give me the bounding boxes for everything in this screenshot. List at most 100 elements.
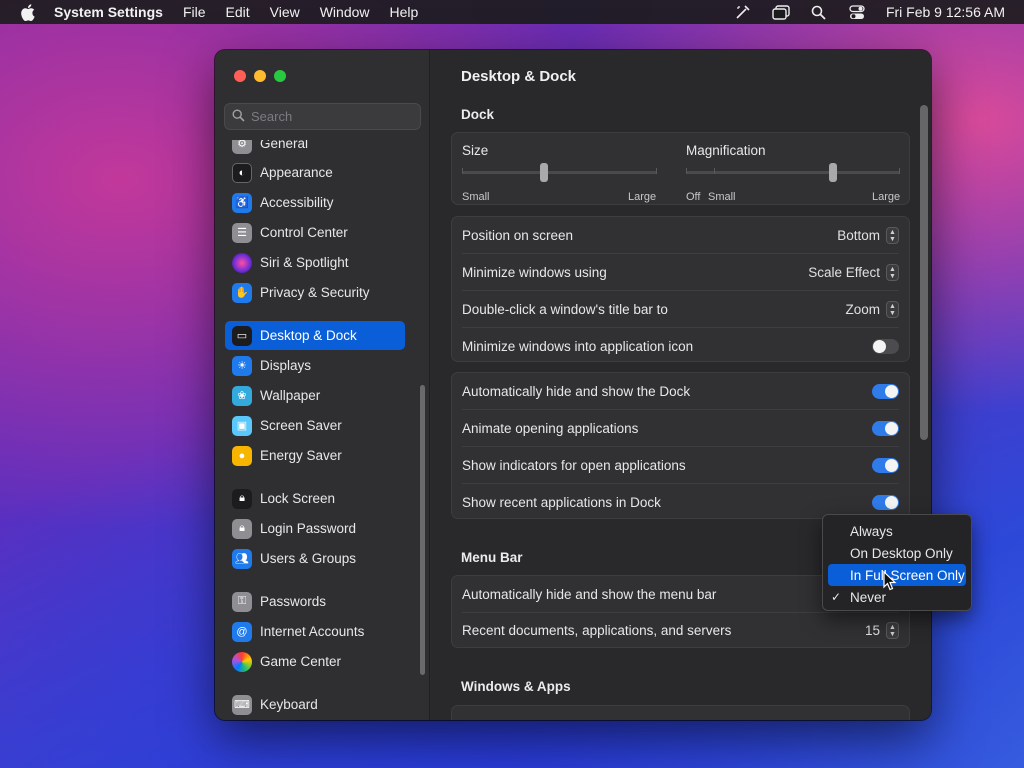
app-name-menu[interactable]: System Settings: [54, 4, 163, 20]
sidebar-item-label: Game Center: [260, 654, 342, 669]
sidebar-scrollbar[interactable]: [420, 385, 425, 675]
menu-option-label: Never: [850, 589, 887, 605]
magnification-off-label: Off: [686, 191, 701, 203]
sidebar-item-label: Energy Saver: [260, 448, 342, 463]
sidebar-item-appearance[interactable]: ◐ Appearance: [225, 158, 405, 187]
menu-file[interactable]: File: [183, 4, 206, 20]
sidebar-item-desktop-dock[interactable]: ▭ Desktop & Dock: [225, 321, 405, 350]
sidebar-item-accessibility[interactable]: ♿ Accessibility: [225, 188, 405, 217]
search-icon[interactable]: [810, 4, 828, 20]
minimize-value: Scale Effect: [808, 265, 880, 280]
dock-sliders-group: Size Small Large Magnification Off Small…: [451, 132, 910, 205]
menu-option-always[interactable]: Always: [828, 520, 966, 542]
minimize-label: Minimize windows using: [462, 265, 607, 280]
screen-saver-icon: ▣: [232, 415, 252, 436]
sidebar-item-screen-saver[interactable]: ▣ Screen Saver: [225, 411, 405, 440]
main-scrollbar[interactable]: [920, 105, 928, 440]
menubar-autohide-menu: Always On Desktop Only In Full Screen On…: [822, 514, 972, 611]
checkmark-icon: ✓: [831, 590, 842, 604]
position-popup[interactable]: Bottom ▲ ▼: [837, 227, 899, 244]
doubleclick-popup[interactable]: Zoom ▲ ▼: [845, 301, 899, 318]
gear-icon: ⚙: [232, 140, 252, 154]
sidebar-item-control-center[interactable]: ☰ Control Center: [225, 218, 405, 247]
sidebar-item-label: Lock Screen: [260, 491, 336, 506]
menu-window[interactable]: Window: [320, 4, 370, 20]
sidebar-item-wallpaper[interactable]: ❀ Wallpaper: [225, 381, 405, 410]
sidebar-item-lock-screen[interactable]: 🔒︎ Lock Screen: [225, 484, 405, 513]
menu-option-never[interactable]: ✓ Never: [828, 586, 966, 608]
sidebar-item-users-groups[interactable]: 👥︎ Users & Groups: [225, 544, 405, 573]
chevron-updown-icon: ▲ ▼: [886, 227, 899, 244]
minimize-icon-label: Minimize windows into application icon: [462, 339, 694, 354]
bulb-icon: ●: [232, 445, 252, 466]
search-field[interactable]: [224, 103, 421, 130]
menu-option-label: On Desktop Only: [850, 545, 953, 561]
recent-apps-toggle[interactable]: [872, 495, 899, 510]
pen-icon[interactable]: [734, 4, 752, 20]
lock-icon: 🔒︎: [232, 518, 252, 539]
size-slider-thumb[interactable]: [540, 163, 548, 182]
menubar-clock[interactable]: Fri Feb 9 12:56 AM: [886, 4, 1005, 20]
autohide-toggle[interactable]: [872, 384, 899, 399]
sidebar-item-login-password[interactable]: 🔒︎ Login Password: [225, 514, 405, 543]
minimize-button[interactable]: [254, 70, 266, 82]
siri-icon: [232, 252, 252, 273]
sidebar-item-energy-saver[interactable]: ● Energy Saver: [225, 441, 405, 470]
doubleclick-label: Double-click a window's title bar to: [462, 302, 668, 317]
animate-row: Animate opening applications: [452, 410, 909, 447]
screen-mirroring-icon[interactable]: [772, 4, 790, 20]
size-slider-track[interactable]: [462, 171, 657, 174]
position-value: Bottom: [837, 228, 880, 243]
control-center-icon[interactable]: [848, 4, 866, 20]
menu-view[interactable]: View: [270, 4, 300, 20]
windows-apps-group: [451, 705, 910, 720]
menu-option-full-screen-only[interactable]: In Full Screen Only: [828, 564, 966, 586]
recent-docs-popup[interactable]: 15 ▲ ▼: [865, 622, 899, 639]
animate-toggle[interactable]: [872, 421, 899, 436]
sidebar-item-label: Siri & Spotlight: [260, 255, 349, 270]
zoom-button[interactable]: [274, 70, 286, 82]
minimize-popup[interactable]: Scale Effect ▲ ▼: [808, 264, 899, 281]
sidebar-item-privacy[interactable]: ✋ Privacy & Security: [225, 278, 405, 307]
sidebar-item-label: Screen Saver: [260, 418, 342, 433]
sidebar-item-internet-accounts[interactable]: @ Internet Accounts: [225, 617, 405, 646]
doubleclick-value: Zoom: [845, 302, 880, 317]
key-icon: ⚿: [232, 591, 252, 612]
game-center-icon: [232, 651, 252, 672]
magnification-slider-thumb[interactable]: [829, 163, 837, 182]
menubar-section-title: Menu Bar: [461, 550, 523, 565]
recent-apps-label: Show recent applications in Dock: [462, 495, 661, 510]
menu-edit[interactable]: Edit: [226, 4, 250, 20]
dock-options-group: Position on screen Bottom ▲ ▼ Minimize wi…: [451, 216, 910, 362]
search-icon: [232, 108, 245, 125]
sidebar-item-passwords[interactable]: ⚿ Passwords: [225, 587, 405, 616]
menu-option-desktop-only[interactable]: On Desktop Only: [828, 542, 966, 564]
at-icon: @: [232, 621, 252, 642]
menu-help[interactable]: Help: [390, 4, 419, 20]
close-button[interactable]: [234, 70, 246, 82]
chevron-updown-icon: ▲ ▼: [886, 622, 899, 639]
appearance-icon: ◐: [232, 162, 252, 183]
magnification-slider-track[interactable]: [686, 171, 900, 174]
sidebar-item-siri[interactable]: Siri & Spotlight: [225, 248, 405, 277]
menu-bar: System Settings File Edit View Window He…: [0, 0, 1024, 24]
sidebar-item-displays[interactable]: ☀ Displays: [225, 351, 405, 380]
search-input[interactable]: [251, 109, 411, 124]
sidebar-item-label: Internet Accounts: [260, 624, 365, 639]
sidebar-item-label: Passwords: [260, 594, 327, 609]
autohide-row: Automatically hide and show the Dock: [452, 373, 909, 410]
recent-docs-row: Recent documents, applications, and serv…: [452, 612, 909, 649]
sidebar-item-general[interactable]: ⚙ General: [225, 140, 405, 158]
keyboard-icon: ⌨: [232, 694, 252, 715]
page-title: Desktop & Dock: [461, 68, 577, 85]
magnification-min-label: Small: [708, 191, 736, 203]
sun-icon: ☀: [232, 355, 252, 376]
minimize-icon-toggle[interactable]: [872, 339, 899, 354]
magnification-slider-block: Magnification Off Small Large: [686, 143, 900, 203]
sidebar-item-keyboard[interactable]: ⌨ Keyboard: [225, 690, 405, 719]
apple-icon[interactable]: [18, 3, 36, 21]
sidebar-item-game-center[interactable]: Game Center: [225, 647, 405, 676]
position-label: Position on screen: [462, 228, 574, 243]
magnification-max-label: Large: [872, 191, 901, 203]
indicators-toggle[interactable]: [872, 458, 899, 473]
